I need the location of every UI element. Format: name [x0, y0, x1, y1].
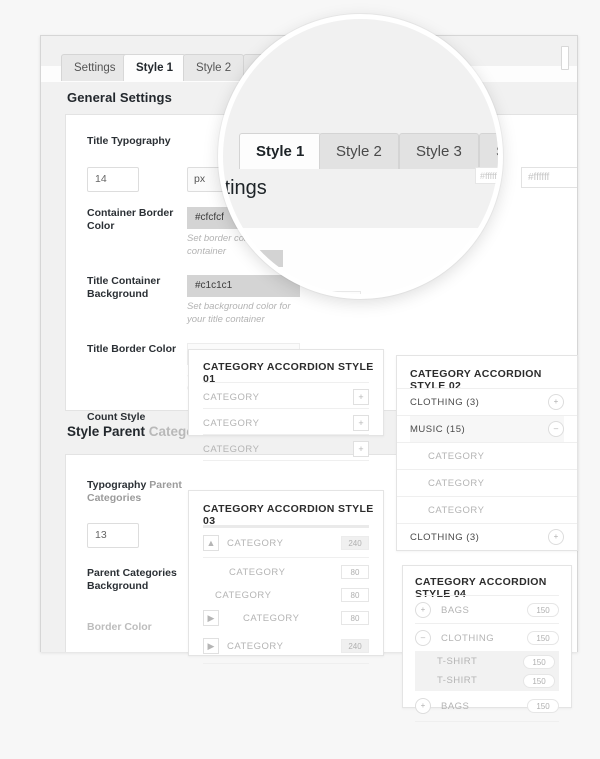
label-container-border-color: Container Border Color [87, 207, 183, 233]
hint-title-container-background: Set background color for your title cont… [187, 301, 307, 326]
panel-01-row-1-label: CATEGORY [203, 418, 353, 429]
plus-icon[interactable]: + [353, 441, 369, 457]
panel-04-row-4-label: BAGS [441, 701, 527, 712]
panel-04-row-1-count: 150 [527, 631, 559, 645]
panel-03-row-0-count: 240 [341, 536, 369, 550]
panel-04-row-0-label: BAGS [441, 605, 527, 616]
panel-03-row-3-label: CATEGORY [229, 613, 341, 624]
list-item[interactable]: T-SHIRT 150 [437, 653, 555, 670]
plus-icon[interactable]: + [548, 529, 564, 545]
magnified-input-fragment [218, 149, 221, 181]
label-title-container-background: Title Container Background [87, 275, 183, 301]
panel-04-row-2-label: T-SHIRT [437, 656, 523, 667]
label-parent-categories-background: Parent Categories Background [87, 567, 183, 593]
minus-icon[interactable]: – [415, 630, 431, 646]
magnified-color-swatch [218, 250, 283, 267]
plus-icon[interactable]: + [548, 394, 564, 410]
label-title-border-color: Title Border Color [87, 343, 183, 356]
magnified-tab-style-2[interactable]: Style 2 [319, 133, 399, 169]
title-typography-color-input[interactable]: #ffffff [521, 167, 578, 188]
magnifier-content: Style 1 Style 2 Style 3 Style 4 ttings r… [223, 19, 498, 294]
tab-style-1[interactable]: Style 1 [123, 54, 186, 81]
plus-icon[interactable]: + [415, 602, 431, 618]
panel-03-title: CATEGORY ACCORDION STYLE 03 [203, 503, 383, 527]
list-item[interactable]: + BAGS 150 [415, 600, 559, 620]
magnified-tab-style-4[interactable]: Style 4 [479, 133, 503, 169]
panel-03-row-2-count: 80 [341, 588, 369, 602]
magnified-tab-style-1[interactable]: Style 1 [239, 133, 321, 169]
panel-accordion-style-01: CATEGORY ACCORDION STYLE 01 CATEGORY + C… [188, 349, 384, 436]
list-item[interactable]: CATEGORY [428, 497, 564, 523]
list-item[interactable]: CLOTHING (3) + [410, 524, 564, 550]
list-item[interactable]: MUSIC (15) – [410, 416, 564, 442]
panel-01-row-2-label: CATEGORY [203, 444, 353, 455]
plus-icon[interactable]: + [415, 698, 431, 714]
chevron-right-icon[interactable]: ▶ [203, 610, 219, 626]
list-item[interactable]: ▶ CATEGORY 240 [203, 636, 369, 656]
list-item[interactable]: CATEGORY + [203, 414, 369, 432]
label-border-color: Border Color [87, 621, 183, 634]
list-item[interactable]: ▲ CATEGORY 240 [203, 533, 369, 553]
panel-03-row-2-label-text: CATEGORY [215, 590, 341, 601]
panel-04-row-3-count: 150 [523, 674, 555, 688]
panel-02-row-1-label: MUSIC (15) [410, 424, 548, 435]
panel-02-row-4-label: CATEGORY [428, 505, 564, 516]
panel-04-title: CATEGORY ACCORDION STYLE 04 [415, 576, 571, 600]
panel-04-row-3-label: T-SHIRT [437, 675, 523, 686]
list-item[interactable]: CATEGORY 80 [229, 563, 369, 581]
list-item[interactable]: CATEGORY [428, 443, 564, 469]
panel-02-row-5-label: CLOTHING (3) [410, 532, 548, 543]
panel-04-row-1-label: CLOTHING [441, 633, 527, 644]
magnified-tab-style-3[interactable]: Style 3 [399, 133, 479, 169]
list-item[interactable]: CATEGORY 80 [229, 586, 369, 604]
list-item[interactable]: – CLOTHING 150 [415, 628, 559, 648]
tab-settings[interactable]: Settings [61, 54, 129, 81]
title-typography-size-input[interactable]: 14 [87, 167, 139, 192]
chevron-right-icon[interactable]: ▶ [203, 638, 219, 654]
list-item[interactable]: ▶ CATEGORY 80 [203, 609, 369, 627]
plus-icon[interactable]: + [353, 389, 369, 405]
magnified-hint-fragment-2: round color for your tainer [218, 275, 321, 288]
list-item[interactable]: T-SHIRT 150 [437, 672, 555, 689]
label-title-typography: Title Typography [87, 135, 183, 148]
panel-accordion-style-02: CATEGORY ACCORDION STYLE 02 CLOTHING (3)… [396, 355, 578, 551]
panel-03-row-0-label: CATEGORY [227, 538, 341, 549]
list-item[interactable]: + BAGS 150 [415, 696, 559, 716]
magnified-tab-bar: Style 1 Style 2 Style 3 Style 4 [223, 133, 498, 169]
panel-04-row-2-count: 150 [523, 655, 555, 669]
label-part-strong: Typography [87, 479, 149, 491]
magnified-color-input[interactable]: #ffffff [475, 167, 503, 184]
panel-accordion-style-04: CATEGORY ACCORDION STYLE 04 + BAGS 150 –… [402, 565, 572, 708]
panel-03-row-4-label: CATEGORY [227, 641, 341, 652]
panel-02-row-0-label: CLOTHING (3) [410, 397, 548, 408]
subsection-title-strong: Style Parent [67, 424, 149, 439]
panel-04-row-4-count: 150 [527, 699, 559, 713]
list-item[interactable]: CATEGORY [428, 470, 564, 496]
chevron-up-icon[interactable]: ▲ [203, 535, 219, 551]
list-item[interactable]: CLOTHING (3) + [410, 389, 564, 415]
panel-03-row-1-label: CATEGORY [229, 567, 341, 578]
minus-icon[interactable]: – [548, 421, 564, 437]
label-count-style: Count Style [87, 411, 183, 424]
magnified-page-title-fragment: ttings [219, 177, 267, 200]
panel-02-row-3-label: CATEGORY [428, 478, 564, 489]
panel-03-row-3-count: 80 [341, 611, 369, 625]
panel-01-row-0-label: CATEGORY [203, 392, 353, 403]
unit-select-value: px [194, 173, 205, 185]
panel-04-row-0-count: 150 [527, 603, 559, 617]
list-item[interactable]: CATEGORY + [203, 440, 369, 458]
panel-03-row-1-count: 80 [341, 565, 369, 579]
parent-typography-size-input[interactable]: 13 [87, 523, 139, 548]
panel-accordion-style-03: CATEGORY ACCORDION STYLE 03 ▲ CATEGORY 2… [188, 490, 384, 656]
panel-02-row-2-label: CATEGORY [428, 451, 564, 462]
magnifier-loupe: Style 1 Style 2 Style 3 Style 4 ttings r… [218, 14, 503, 299]
label-typography-parent-categories: Typography Parent Categories [87, 479, 183, 505]
panel-03-row-4-count: 240 [341, 639, 369, 653]
list-item[interactable]: CATEGORY + [203, 388, 369, 406]
plus-icon[interactable]: + [353, 415, 369, 431]
page-title: General Settings [67, 90, 172, 105]
